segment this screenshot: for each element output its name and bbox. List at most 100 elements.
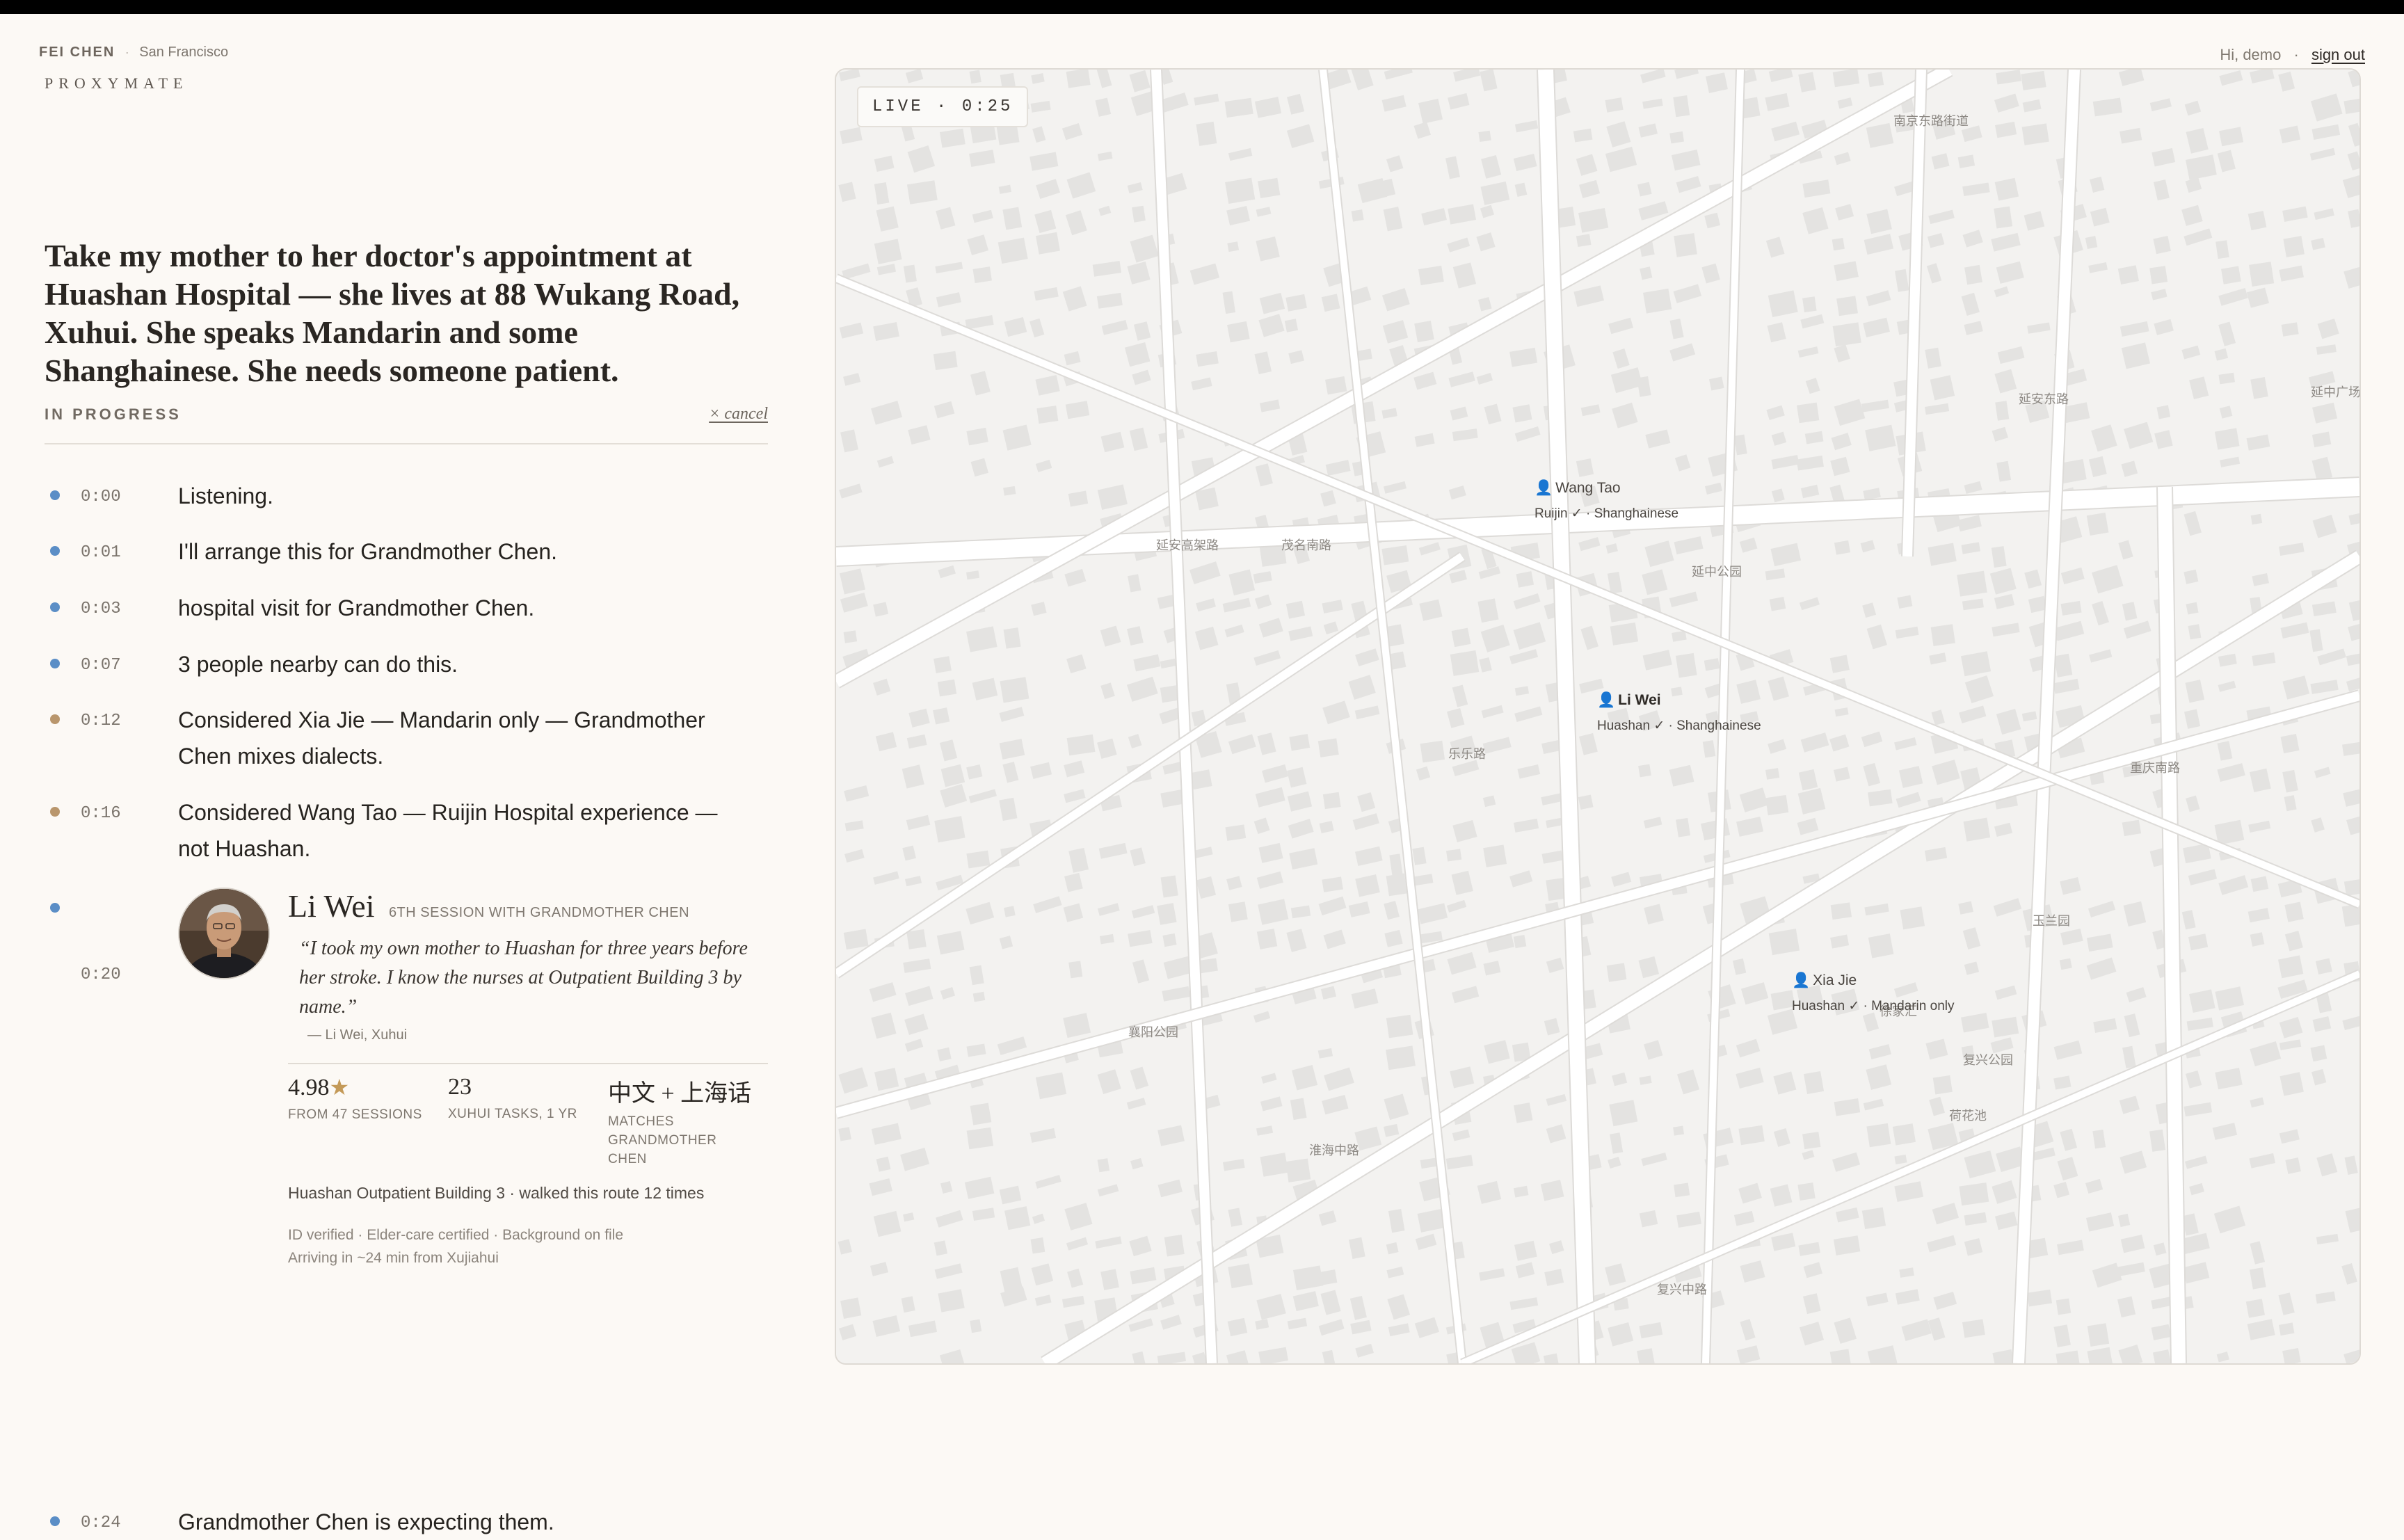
sign-out-link[interactable]: sign out — [2311, 46, 2365, 63]
map-building — [1258, 177, 1281, 199]
map-building — [1834, 540, 1851, 555]
map-building — [1638, 764, 1651, 778]
map-building — [1030, 1237, 1045, 1254]
separator: · — [125, 45, 129, 59]
street-label: 重庆南路 — [2130, 761, 2180, 776]
map-building — [966, 1127, 994, 1150]
map-building — [1892, 1123, 1916, 1146]
map-building — [1285, 600, 1306, 619]
helper-name[interactable]: Li Wei — [288, 888, 374, 924]
languages-value: 中文 + 上海话 — [608, 1081, 752, 1107]
street-label: 玉兰园 — [2033, 914, 2070, 929]
person-icon: 👤 — [1597, 692, 1616, 708]
map-building — [2086, 512, 2109, 536]
map-building — [1963, 817, 1991, 842]
event-text: I'll arrange this for Grandmother Chen. — [178, 539, 558, 564]
map-building — [2056, 1298, 2072, 1315]
map-building — [1768, 929, 1800, 956]
greeting: Hi, demo — [2220, 46, 2282, 63]
map-building — [1609, 1100, 1638, 1127]
street-label: 襄阳公园 — [1128, 1025, 1178, 1040]
map-building — [1260, 1153, 1289, 1177]
map-building — [838, 1127, 851, 1141]
map-building — [1228, 1263, 1253, 1289]
event-text: Considered Wang Tao — Ruijin Hospital ex… — [178, 800, 718, 861]
map-building — [1576, 234, 1592, 247]
map-building — [2188, 624, 2202, 640]
map-building — [1673, 95, 1690, 118]
map-building — [1132, 205, 1146, 223]
map-building — [1190, 769, 1212, 790]
map-pin-wang-tao[interactable]: 👤 Wang Tao Ruijin ✓ · Shanghainese — [1534, 480, 1678, 522]
event-time: 0:03 — [81, 600, 121, 618]
map-building — [1285, 1158, 1311, 1182]
map-building — [2250, 932, 2265, 947]
map-building — [843, 630, 858, 643]
map-building — [933, 351, 958, 371]
map-building — [970, 1102, 992, 1125]
event-text: Grandmother Chen is expecting them. — [178, 1509, 554, 1534]
map-building — [2122, 819, 2142, 837]
cancel-link[interactable]: × cancel — [709, 405, 768, 424]
pin-name: Li Wei — [1618, 692, 1661, 708]
map-building — [1957, 570, 1987, 597]
user-bar: Hi, demo · sign out — [2220, 46, 2365, 64]
map-building — [1959, 1182, 1989, 1206]
stat-rating: 4.98★ FROM 47 SESSIONS — [288, 1074, 448, 1169]
event-text: hospital visit for Grandmother Chen. — [178, 595, 535, 620]
street-label: 淮海中路 — [1309, 1144, 1359, 1158]
map-building — [2249, 262, 2275, 287]
map-building — [1225, 824, 1247, 841]
session-count: 6TH SESSION WITH GRANDMOTHER CHEN — [388, 905, 690, 920]
map-building — [1450, 650, 1480, 676]
map-building — [1932, 1075, 1953, 1095]
pin-detail: Ruijin ✓ · Shanghainese — [1534, 506, 1679, 521]
stat-tasks: 23 XUHUI TASKS, 1 YR — [448, 1074, 608, 1169]
map-building — [2117, 265, 2139, 284]
app-logo[interactable]: PROXYMATE — [45, 74, 228, 93]
live-map[interactable]: 南京东路街道 延安高架路 茂名南路 延中公园 延中广场 复兴公园 荷花池 襄阳公园 淮海中路 乐乐… — [835, 68, 2361, 1365]
event-time: 0:01 — [81, 543, 121, 562]
map-pin-xia-jie[interactable]: 👤 Xia Jie Huashan ✓ · Mandarin only — [1792, 972, 1954, 1014]
street-label: 延安东路 — [2019, 392, 2069, 407]
map-building — [1068, 961, 1083, 979]
map-building — [2153, 236, 2171, 255]
event-time: 0:12 — [81, 712, 121, 730]
map-building — [2245, 1299, 2265, 1318]
map-building — [1512, 404, 1532, 423]
map-building — [969, 70, 981, 84]
pin-name: Wang Tao — [1555, 480, 1621, 496]
map-building — [1036, 406, 1059, 424]
status-dot — [50, 903, 60, 913]
map-building — [1866, 1123, 1891, 1148]
map-building — [1930, 624, 1955, 647]
status-dot — [50, 714, 60, 724]
map-building — [1674, 1182, 1690, 1198]
map-building — [1483, 844, 1507, 867]
map-building — [1004, 906, 1016, 917]
request-prompt: Take my mother to her doctor's appointme… — [45, 238, 740, 388]
map-pin-li-wei[interactable]: 👤 Li Wei Huashan ✓ · Shanghainese — [1597, 692, 1761, 734]
map-building — [906, 929, 927, 949]
map-building — [2279, 1072, 2304, 1096]
avatar — [178, 888, 270, 979]
street-label: 复兴中路 — [1657, 1283, 1707, 1297]
map-building — [2214, 428, 2240, 450]
route-note: Huashan Outpatient Building 3 · walked t… — [288, 1184, 705, 1202]
map-building — [1003, 627, 1021, 649]
street-label: 茂名南路 — [1281, 538, 1331, 553]
map-building — [1256, 929, 1278, 949]
person-icon: 👤 — [1792, 972, 1811, 988]
map-building — [2059, 958, 2072, 970]
street-label: 延安高架路 — [1156, 538, 1219, 553]
window-top-bar — [0, 0, 2404, 14]
map-building — [1900, 906, 1925, 930]
map-building — [1669, 131, 1685, 144]
user-city: San Francisco — [139, 45, 229, 60]
map-building — [1643, 288, 1672, 314]
map-building — [1964, 264, 1982, 285]
map-building — [2021, 123, 2049, 145]
separator: · — [2293, 46, 2299, 63]
map-building — [1803, 1070, 1825, 1094]
map-building — [1386, 1014, 1413, 1038]
